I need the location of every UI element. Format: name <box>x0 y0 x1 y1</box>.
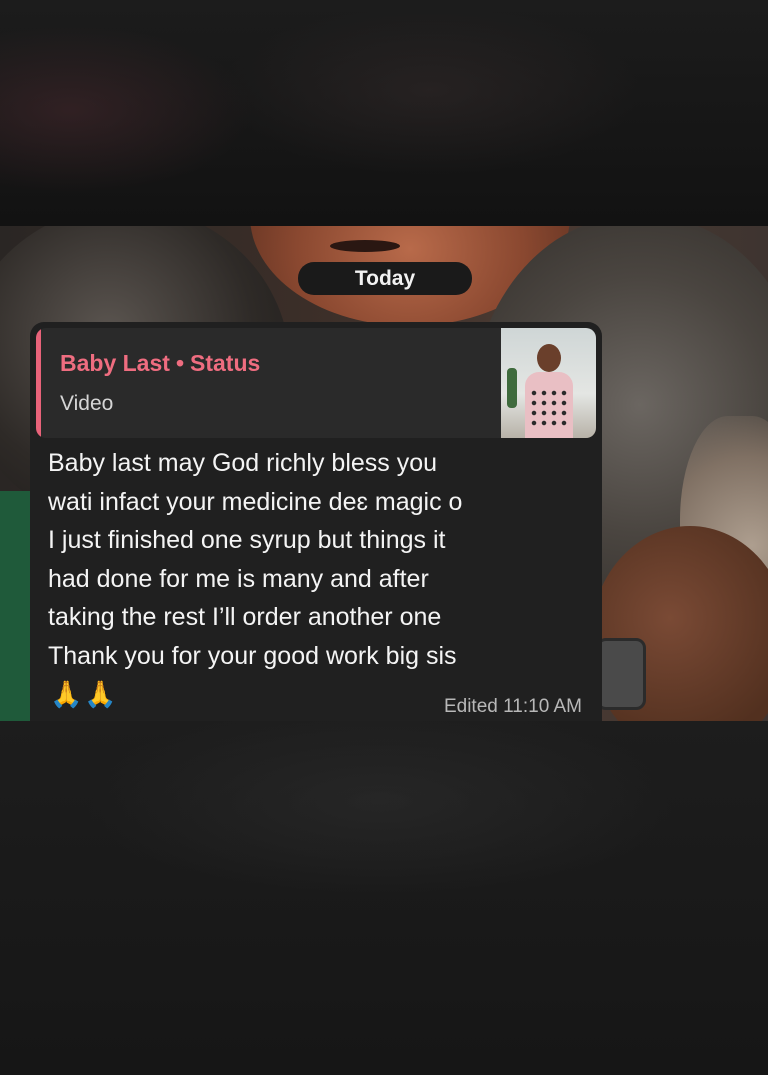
top-blurred-backdrop <box>0 0 768 226</box>
message-line: I just finished one syrup but things it <box>48 526 446 554</box>
message-meta: Edited 11:10 AM <box>444 696 582 718</box>
message-line: Baby last may God richly bless you <box>48 449 438 477</box>
message-line: taking the rest I’ll order another one <box>48 603 442 631</box>
quote-sender-name: Baby Last <box>60 350 170 376</box>
message-line: wati infact your medicine deɛ magic o <box>48 487 463 516</box>
quote-media-type: Video <box>60 392 114 415</box>
message-text: Baby last may God richly bless you wati … <box>48 444 593 675</box>
message-time: 11:10 AM <box>503 696 582 717</box>
status-reply-quote[interactable]: Baby Last • Status Video <box>36 328 596 438</box>
bottom-blurred-backdrop <box>0 721 768 1075</box>
message-line: Thank you for your good work big sis <box>48 641 457 670</box>
message-line: had done for me is many and after <box>48 564 429 593</box>
edited-label: Edited <box>443 696 498 717</box>
message-bubble[interactable]: Baby Last • Status Video Baby last may God… <box>30 322 602 721</box>
quote-separator: • <box>175 350 184 376</box>
quote-title: Baby Last • Status <box>60 350 260 377</box>
date-separator: Today <box>298 262 472 295</box>
quote-accent-bar <box>36 328 41 438</box>
quote-source: Status <box>190 350 261 376</box>
praying-hands-emoji: 🙏🙏 <box>50 679 119 709</box>
status-video-thumbnail[interactable] <box>501 328 596 438</box>
